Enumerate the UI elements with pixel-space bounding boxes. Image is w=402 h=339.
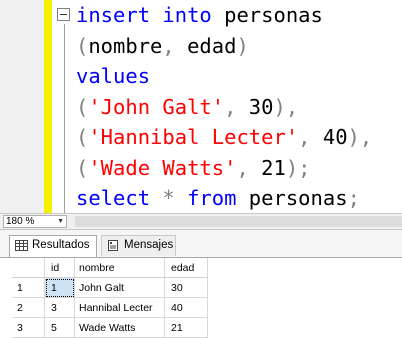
sql-token: personas xyxy=(211,3,323,27)
results-grid-pane: id nombre edad 1 1 John Galt 30 2 3 Hann… xyxy=(0,258,402,339)
column-header-nombre[interactable]: nombre xyxy=(74,258,165,278)
code-line[interactable]: values xyxy=(76,61,372,92)
row-number[interactable]: 1 xyxy=(12,277,45,298)
sql-token: , xyxy=(298,125,311,149)
column-header-edad[interactable]: edad xyxy=(164,258,208,278)
sql-string: 'John Galt' xyxy=(88,94,225,119)
tab-results-label: Resultados xyxy=(32,239,90,251)
sql-token: ), xyxy=(273,94,299,119)
cell-nombre[interactable]: John Galt xyxy=(74,277,165,298)
sql-token: ( xyxy=(76,125,89,149)
tab-messages-label: Mensajes xyxy=(124,239,174,251)
sql-token: , xyxy=(224,94,237,119)
column-header-id[interactable]: id xyxy=(44,258,75,278)
tab-messages[interactable]: Mensajes xyxy=(101,235,176,256)
sql-editor[interactable]: insert into personas (nombre, edad) values… xyxy=(0,0,402,213)
sql-string: 'Hannibal Lecter' xyxy=(88,125,299,149)
sql-token: edad xyxy=(174,33,237,58)
code-line[interactable]: ('John Galt', 30), xyxy=(76,92,372,123)
zoom-dropdown[interactable]: 180 % ▼ xyxy=(3,215,67,228)
sql-token: 21 xyxy=(248,155,286,180)
table-row[interactable]: 3 5 Wade Watts 21 xyxy=(12,317,208,338)
message-icon xyxy=(108,240,118,251)
table-row[interactable]: 1 1 John Galt 30 xyxy=(12,277,208,298)
sql-token: ; xyxy=(347,186,360,210)
sql-keyword: select xyxy=(76,186,151,210)
sql-token: ), xyxy=(347,125,373,149)
outline-guide xyxy=(64,24,65,213)
results-grid[interactable]: id nombre edad 1 1 John Galt 30 2 3 Hann… xyxy=(12,258,208,338)
sql-token: nombre xyxy=(88,33,163,58)
cell-id[interactable]: 1 xyxy=(44,277,75,298)
sql-keyword: values xyxy=(76,64,151,88)
code-text[interactable]: insert into personas (nombre, edad) values… xyxy=(76,0,372,213)
zoom-value: 180 % xyxy=(6,216,35,227)
sql-token: ( xyxy=(76,33,89,58)
sql-token: 40 xyxy=(310,125,348,149)
column-header-rownum[interactable] xyxy=(12,258,45,278)
code-line[interactable]: ('Wade Watts', 21); xyxy=(76,153,372,184)
cell-edad[interactable]: 30 xyxy=(164,277,208,298)
sql-token: , xyxy=(236,155,249,180)
sql-token: ( xyxy=(76,155,89,180)
sql-keyword: from xyxy=(187,186,237,210)
change-tracking-bar xyxy=(44,0,52,213)
collapse-toggle-icon[interactable] xyxy=(57,8,70,21)
code-line[interactable]: ('Hannibal Lecter', 40), xyxy=(76,122,372,153)
sql-token: * xyxy=(162,186,175,210)
code-line[interactable]: select * from personas; xyxy=(76,183,372,213)
grid-header-row: id nombre edad xyxy=(12,258,208,278)
sql-token: personas xyxy=(236,186,348,210)
chevron-down-icon[interactable]: ▼ xyxy=(57,216,64,227)
cell-edad[interactable]: 40 xyxy=(164,297,208,318)
horizontal-scrollbar[interactable] xyxy=(75,216,402,227)
sql-keyword: insert xyxy=(76,3,151,27)
sql-token: ); xyxy=(285,155,311,180)
grid-icon xyxy=(15,240,28,251)
code-line[interactable]: (nombre, edad) xyxy=(76,31,372,62)
sql-token: ( xyxy=(76,94,89,119)
cell-edad[interactable]: 21 xyxy=(164,317,208,338)
row-number[interactable]: 3 xyxy=(12,317,45,338)
cell-nombre[interactable]: Wade Watts xyxy=(74,317,165,338)
sql-token: , xyxy=(162,33,175,58)
sql-token: 30 xyxy=(236,94,274,119)
zoom-bar: 180 % ▼ xyxy=(0,213,402,230)
cell-nombre[interactable]: Hannibal Lecter xyxy=(74,297,165,318)
sql-token: ) xyxy=(236,33,249,58)
sql-keyword: into xyxy=(162,3,212,27)
cell-id[interactable]: 5 xyxy=(44,317,75,338)
sql-string: 'Wade Watts' xyxy=(88,155,237,180)
editor-margin xyxy=(0,0,44,213)
cell-id[interactable]: 3 xyxy=(44,297,75,318)
table-row[interactable]: 2 3 Hannibal Lecter 40 xyxy=(12,297,208,318)
tab-results[interactable]: Resultados xyxy=(9,235,97,257)
row-number[interactable]: 2 xyxy=(12,297,45,318)
code-line[interactable]: insert into personas xyxy=(76,0,372,31)
results-tabs: Resultados Mensajes xyxy=(0,230,402,258)
